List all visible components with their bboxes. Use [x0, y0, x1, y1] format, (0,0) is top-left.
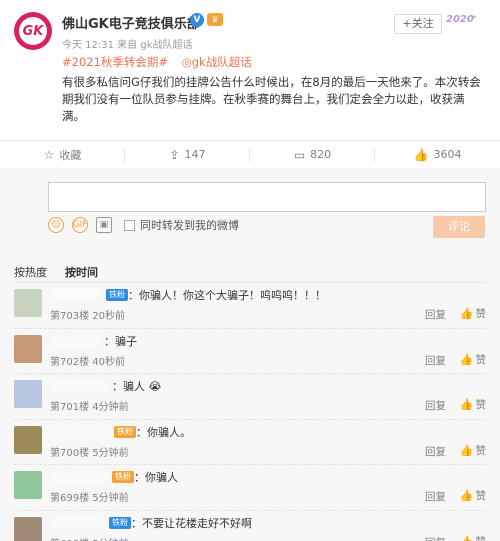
fan-badge: 铁粉 — [114, 425, 136, 438]
reply-button[interactable]: 回复 — [425, 398, 446, 413]
comment-like-button[interactable]: 👍赞 — [460, 534, 486, 541]
comment-like-button[interactable]: 👍赞 — [460, 306, 486, 321]
comment-meta: 第698楼 5分钟前 — [50, 535, 129, 541]
tab-sort-hot[interactable]: 按热度 — [14, 264, 47, 280]
forward-checkbox[interactable] — [124, 219, 135, 231]
author-avatar[interactable]: GK — [14, 12, 52, 50]
comment-list: 铁粉 ：你骗人！你这个大骗子！呜呜呜！！！ 第703楼 20秒前 回复 👍 赞：骗子 第70… — [0, 283, 500, 541]
comment-section: ☺ GIF ▣ 同时转发到我的微博 评论 按热度 按时间 铁粉 ：你骗人！你这个大… — [0, 168, 500, 541]
fan-badge: 铁粉 — [112, 471, 134, 483]
like-icon: 👍 — [459, 534, 474, 541]
comment-meta: 第700楼 5分钟前 — [50, 447, 129, 459]
post-action-bar: ☆ 收藏 ⇪ 147 ▭ 820 👍 3604 — [0, 140, 500, 168]
compose-toolbar: ☺ GIF ▣ 同时转发到我的微博 — [48, 216, 239, 234]
tab-sort-time[interactable]: 按时间 — [65, 264, 98, 280]
commenter-name[interactable] — [50, 380, 108, 392]
collect-button[interactable]: ☆ 收藏 — [0, 141, 125, 168]
comment-meta: 第703楼 20秒前 — [50, 311, 125, 322]
comment-like-button[interactable]: 👍赞 — [460, 443, 486, 458]
comment-input[interactable] — [48, 182, 486, 212]
commenter-name[interactable] — [50, 289, 102, 301]
forward-icon: ⇪ — [169, 147, 180, 162]
commenter-avatar[interactable] — [14, 425, 42, 454]
emoji-icon[interactable]: ☺ — [48, 217, 64, 233]
comment-like-label: 赞 — [476, 536, 487, 541]
reply-button[interactable]: 回复 — [425, 307, 446, 322]
commenter-name[interactable] — [50, 516, 105, 529]
commenter-name[interactable] — [50, 334, 100, 347]
comment-like-label: 赞 — [475, 308, 487, 320]
comment-text: ：骗子 — [104, 334, 137, 348]
member-crown-icon: ♛ — [207, 13, 223, 26]
comment-row: ：骗子第702楼 40秒前 回复 👍 赞 — [14, 329, 486, 374]
like-count: 3604 — [433, 148, 462, 161]
reply-button[interactable]: 回复 — [425, 535, 446, 541]
commenter-avatar[interactable] — [14, 289, 42, 317]
like-icon: 👍 — [459, 352, 474, 366]
commenter-avatar[interactable] — [14, 380, 42, 408]
forward-count: 147 — [184, 148, 206, 161]
post-meta: 今天 12:31 来自 gk战队超话 — [62, 40, 193, 51]
fan-badge: 铁粉 — [109, 516, 131, 529]
like-icon: 👍 — [459, 489, 474, 502]
comment-like-button[interactable]: 👍赞 — [460, 397, 486, 412]
follow-button[interactable]: +关注 — [394, 14, 442, 34]
forward-button[interactable]: ⇪ 147 — [125, 141, 250, 168]
reply-button[interactable]: 回复 — [425, 353, 446, 368]
sort-tabs: 按热度 按时间 — [14, 264, 116, 280]
comment-text: ：你骗人 — [134, 471, 178, 484]
comment-button[interactable]: ▭ 820 — [250, 141, 375, 168]
comment-meta: 第699楼 5分钟前 — [50, 493, 129, 504]
comment-like-label: 赞 — [475, 444, 487, 457]
comment-like-label: 赞 — [475, 353, 487, 366]
image-icon[interactable]: ▣ — [96, 217, 112, 233]
gif-icon[interactable]: GIF — [72, 217, 88, 233]
comment-row: 铁粉 ：你骗人！你这个大骗子！呜呜呜！！！ 第703楼 20秒前 回复 👍 赞 — [14, 283, 486, 329]
comment-meta: 第701楼 4分钟前 — [50, 402, 129, 413]
comment-row: 铁粉 ：你骗人。 第700楼 5分钟前 回复 👍 赞 — [14, 420, 486, 465]
author-name[interactable]: 佛山GK电子竞技俱乐部 — [62, 13, 200, 32]
comment-like-label: 赞 — [475, 399, 487, 411]
forward-checkbox-label: 同时转发到我的微博 — [140, 219, 239, 232]
comment-text: ：你骗人！你这个大骗子！呜呜呜！！！ — [128, 289, 326, 302]
verified-icon: V — [190, 13, 204, 27]
comment-row: 铁粉：不要让花楼走好不好啊第698楼 5分钟前 回复 👍赞 — [14, 511, 486, 541]
commenter-name[interactable] — [50, 425, 110, 438]
post-body: 有很多私信问G仔我们的挂牌公告什么时候出，在8月的最后一天他来了。本次转会期我们… — [62, 75, 481, 123]
weibo-post: GK 佛山GK电子竞技俱乐部 V ♛ 今天 12:31 来自 gk战队超话 +关… — [0, 0, 500, 168]
like-icon: 👍 — [459, 307, 474, 320]
comment-text: ：骗人 😭 — [112, 380, 162, 393]
comment-like-label: 赞 — [475, 490, 487, 502]
chevron-down-icon[interactable]: ⌄ — [470, 10, 478, 21]
comment-row: 铁粉 ：你骗人 第699楼 5分钟前 回复 👍 赞 — [14, 465, 486, 511]
submit-comment-button[interactable]: 评论 — [433, 216, 485, 238]
comment-text: ：你骗人。 — [136, 425, 191, 439]
comment-text: ：不要让花楼走好不好啊 — [131, 516, 252, 530]
comment-icon: ▭ — [293, 147, 306, 162]
comment-meta: 第702楼 40秒前 — [50, 356, 125, 368]
post-topics: #2021秋季转会期# ◎gk战队超话 — [62, 54, 262, 70]
reply-button[interactable]: 回复 — [425, 489, 446, 504]
collect-label: 收藏 — [59, 148, 82, 162]
topic-link[interactable]: #2021秋季转会期# — [62, 55, 168, 69]
commenter-avatar[interactable] — [14, 516, 42, 541]
reply-button[interactable]: 回复 — [425, 444, 446, 459]
like-icon: 👍 — [459, 398, 474, 411]
like-button[interactable]: 👍 3604 — [375, 141, 500, 168]
comment-row: ：骗人 😭 第701楼 4分钟前 回复 👍 赞 — [14, 374, 486, 420]
fan-badge: 铁粉 — [106, 289, 128, 301]
commenter-name[interactable] — [50, 471, 108, 483]
gk-logo: GK — [19, 17, 47, 45]
star-icon: ☆ — [43, 147, 55, 162]
commenter-avatar[interactable] — [14, 334, 42, 363]
comment-count: 820 — [310, 148, 332, 161]
commenter-avatar[interactable] — [14, 471, 42, 499]
comment-like-button[interactable]: 👍赞 — [460, 488, 486, 503]
like-icon: 👍 — [459, 443, 474, 457]
supertopic-link[interactable]: ◎gk战队超话 — [182, 55, 252, 69]
like-icon: 👍 — [413, 147, 429, 162]
comment-like-button[interactable]: 👍赞 — [460, 352, 486, 367]
